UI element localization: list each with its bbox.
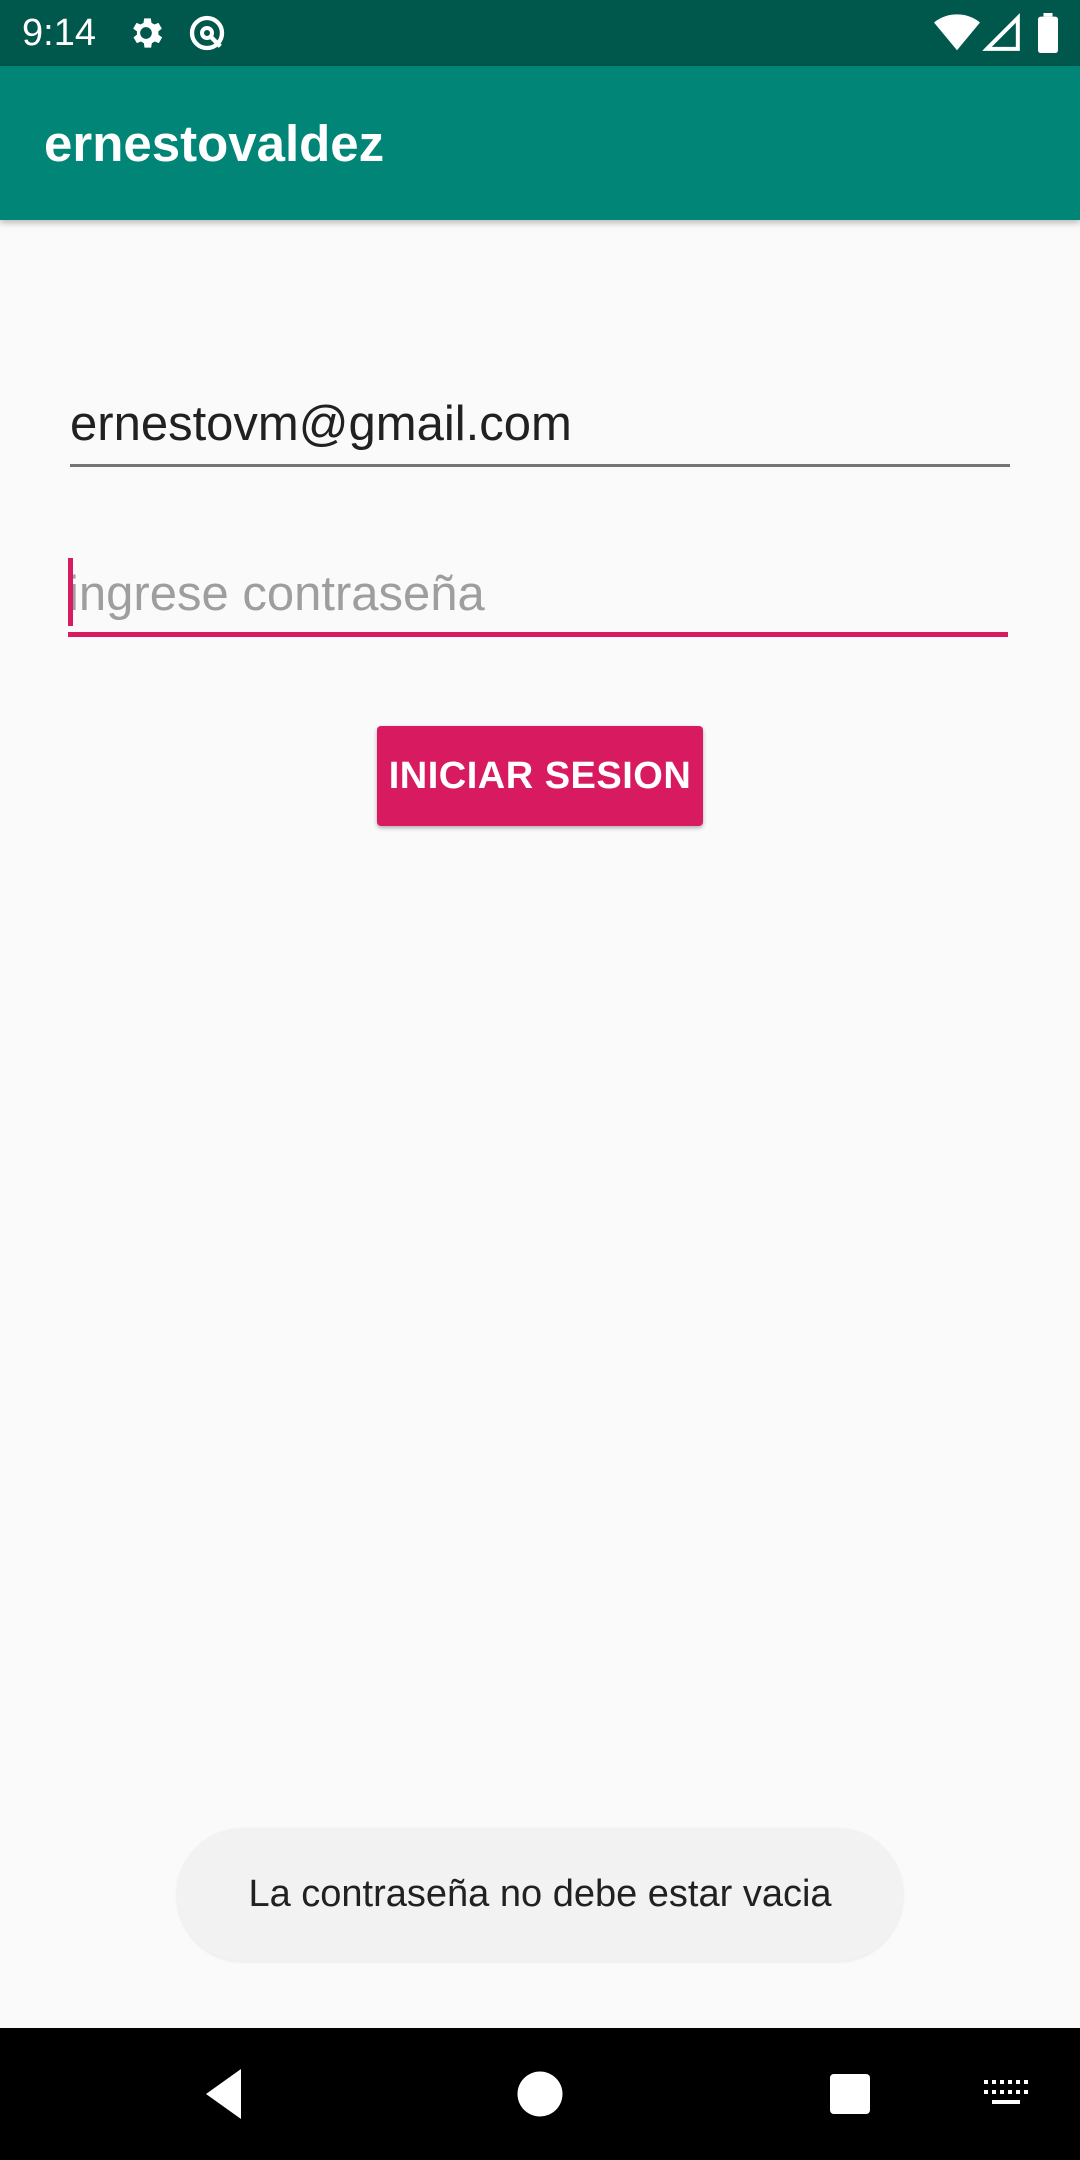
recents-icon[interactable] xyxy=(820,2064,880,2124)
back-icon[interactable] xyxy=(196,2064,256,2124)
toast-message: La contraseña no debe estar vacia xyxy=(177,1828,903,1961)
password-field[interactable] xyxy=(68,556,1008,632)
app-title: ernestovaldez xyxy=(44,115,385,172)
status-time: 9:14 xyxy=(22,12,96,54)
battery-icon xyxy=(1036,13,1060,53)
login-button[interactable]: INICIAR SESION xyxy=(377,726,703,826)
sync-icon xyxy=(187,13,227,53)
keyboard-icon[interactable] xyxy=(982,2074,1028,2114)
home-icon[interactable] xyxy=(510,2064,570,2124)
signal-icon xyxy=(982,13,1022,53)
app-bar: ernestovaldez xyxy=(0,66,1080,220)
email-field[interactable]: ernestovm@gmail.com xyxy=(70,392,1010,467)
text-cursor xyxy=(68,558,73,626)
email-value: ernestovm@gmail.com xyxy=(70,397,572,451)
gear-icon xyxy=(126,13,166,53)
status-bar: 9:14 xyxy=(0,0,1080,66)
password-field-container xyxy=(68,556,1008,637)
wifi-icon xyxy=(934,13,980,53)
navigation-bar xyxy=(0,2028,1080,2160)
login-screen: 9:14 ernestovaldez ernestovm@gmail.com I… xyxy=(0,0,1080,2160)
